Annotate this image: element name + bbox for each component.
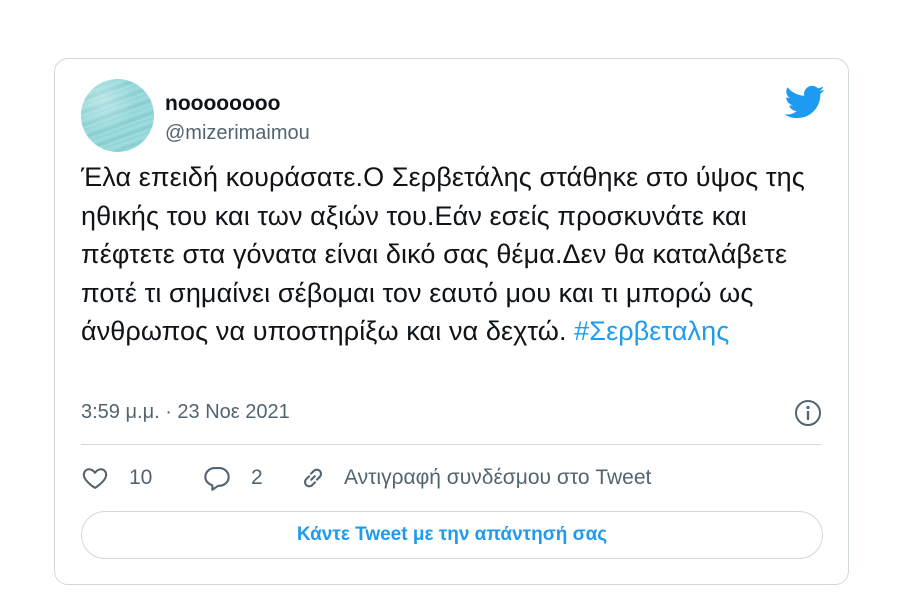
reply-button[interactable]: Κάντε Tweet με την απάντησή σας [81,511,823,559]
heart-icon [82,468,108,489]
info-icon[interactable] [793,398,823,428]
reply-count: 2 [251,466,263,489]
author-handle[interactable]: @mizerimaimou [165,121,310,145]
twitter-bird-icon[interactable] [783,84,825,120]
tweet-text: Έλα επειδή κουράσατε.Ο Σερβετάλης στάθηκ… [81,158,821,351]
tweet-card: noooooooo @mizerimaimou Έλα επειδή κουρά… [54,58,849,585]
avatar[interactable] [81,79,154,152]
divider [81,444,821,445]
like-button[interactable]: 10 [81,461,152,495]
reply-count-button[interactable]: 2 [203,461,263,495]
tweet-timestamp[interactable]: 3:59 μ.μ. · 23 Νοε 2021 [81,401,290,424]
link-icon [303,468,323,488]
like-count: 10 [129,466,153,489]
comment-icon [204,467,230,491]
copy-link-button[interactable]: Αντιγραφή συνδέσμου στο Tweet [299,461,651,495]
copy-link-label: Αντιγραφή συνδέσμου στο Tweet [344,466,652,489]
hashtag-link[interactable]: #Σερβεταλης [574,316,729,346]
tweet-actions: 10 2 Αντιγραφή συνδέσμου στο Tweet [81,461,821,495]
author-display-name[interactable]: noooooooo [165,92,280,116]
tweet-meta: 3:59 μ.μ. · 23 Νοε 2021 [81,398,821,428]
